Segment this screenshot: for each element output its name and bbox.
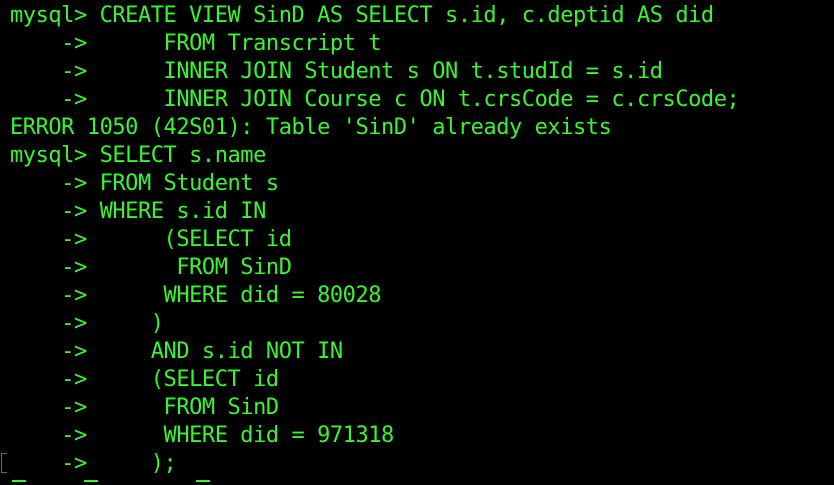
partially-visible-line bbox=[0, 480, 834, 485]
terminal-window[interactable]: mysql> CREATE VIEW SinD AS SELECT s.id, … bbox=[0, 0, 834, 485]
terminal-line-join-student: -> INNER JOIN Student s ON t.studId = s.… bbox=[10, 59, 663, 84]
terminal-line-where-did-1: -> WHERE did = 80028 bbox=[10, 283, 382, 308]
terminal-line-close-paren-1: -> ) bbox=[10, 311, 164, 336]
terminal-line-create-view: mysql> CREATE VIEW SinD AS SELECT s.id, … bbox=[10, 3, 714, 28]
terminal-line-join-course: -> INNER JOIN Course c ON t.crsCode = c.… bbox=[10, 87, 740, 112]
terminal-line-where-did-2: -> WHERE did = 971318 bbox=[10, 423, 394, 448]
terminal-line-and-not-in: -> AND s.id NOT IN bbox=[10, 339, 343, 364]
terminal-line-from-transcript: -> FROM Transcript t bbox=[10, 31, 382, 56]
terminal-line-close-paren-2: -> ); bbox=[10, 451, 177, 476]
terminal-line-subselect-1: -> (SELECT id bbox=[10, 227, 292, 252]
terminal-line-from-sind-2: -> FROM SinD bbox=[10, 395, 279, 420]
terminal-line-from-student: -> FROM Student s bbox=[10, 171, 279, 196]
terminal-line-where-in: -> WHERE s.id IN bbox=[10, 199, 266, 224]
terminal-line-select-name: mysql> SELECT s.name bbox=[10, 143, 266, 168]
selection-bracket-mark bbox=[1, 453, 7, 473]
terminal-line-error: ERROR 1050 (42S01): Table 'SinD' already… bbox=[10, 115, 612, 140]
terminal-line-subselect-2: -> (SELECT id bbox=[10, 367, 279, 392]
terminal-line-from-sind-1: -> FROM SinD bbox=[10, 255, 292, 280]
